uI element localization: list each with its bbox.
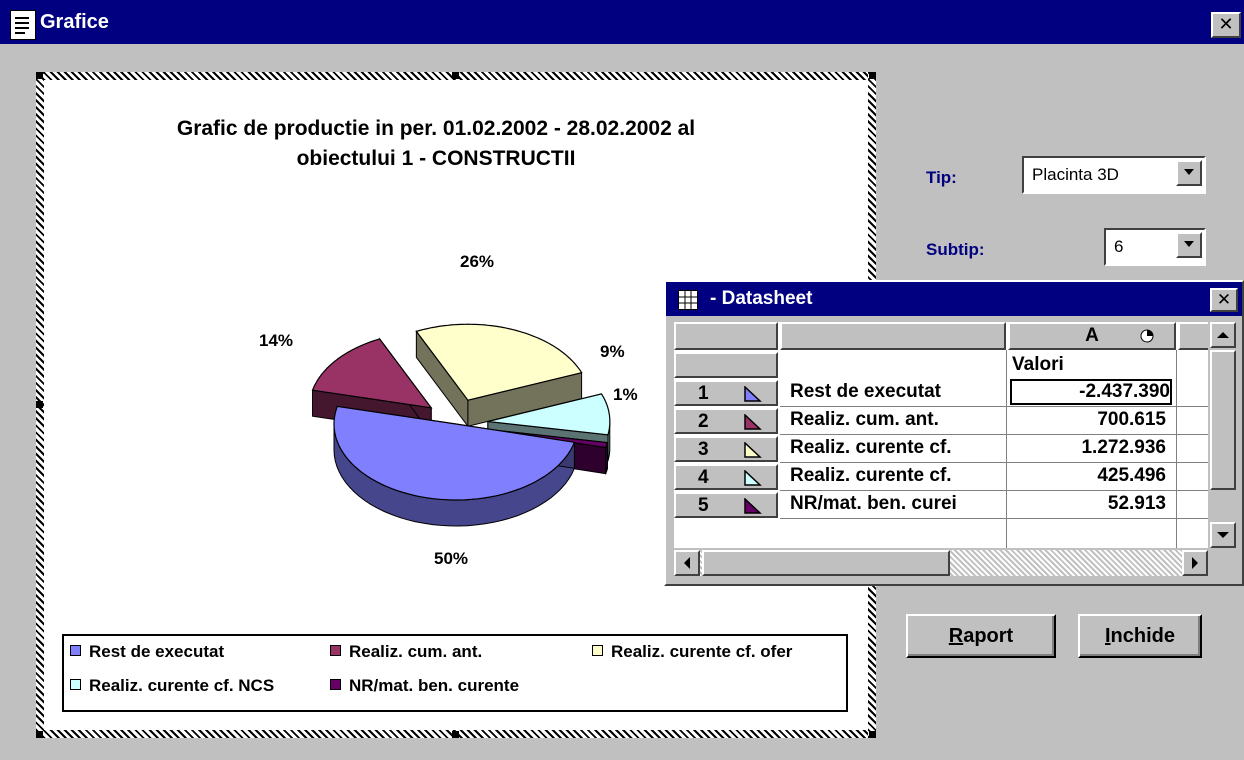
legend-label: Realiz. cum. ant. — [349, 642, 483, 661]
scroll-left-button[interactable] — [674, 550, 700, 576]
row-value[interactable]: 425.496 — [1010, 465, 1166, 487]
legend-item: Realiz. cum. ant. — [330, 642, 482, 662]
grid-line — [780, 518, 1208, 519]
window-title: Grafice — [40, 11, 109, 33]
form-icon — [10, 10, 36, 40]
tip-label: Tip: — [926, 168, 957, 187]
slice-label-14: 14% — [259, 331, 294, 350]
row-number: 1 — [698, 383, 709, 404]
row-header[interactable]: 1 — [674, 380, 778, 406]
row-header-blank[interactable] — [674, 352, 778, 378]
raport-label: aport — [963, 625, 1014, 647]
pie-slice-icon — [744, 414, 762, 430]
legend-swatch — [70, 679, 81, 690]
subtip-select-value: 6 — [1114, 237, 1124, 256]
scroll-thumb[interactable] — [1210, 350, 1236, 490]
chevron-down-icon[interactable] — [1176, 232, 1202, 258]
close-icon[interactable]: ✕ — [1211, 12, 1241, 38]
legend-label: NR/mat. ben. curente — [349, 676, 520, 695]
slice-label-26: 26% — [460, 252, 495, 271]
pie-slice-icon — [744, 442, 762, 458]
legend-item: Realiz. curente cf. ofer — [592, 642, 792, 662]
datasheet-title: - Datasheet — [710, 288, 813, 309]
row-number: 3 — [698, 439, 709, 460]
legend-swatch — [592, 645, 603, 656]
pie-series-icon — [1140, 329, 1154, 343]
scroll-thumb-horizontal[interactable] — [702, 550, 950, 576]
row-header[interactable]: 5 — [674, 492, 778, 518]
legend-swatch — [330, 679, 341, 690]
legend-label: Realiz. curente cf. ofer — [611, 642, 793, 661]
subtip-select[interactable]: 6 — [1104, 228, 1206, 266]
legend-swatch — [70, 645, 81, 656]
row-number: 2 — [698, 411, 709, 432]
vertical-scrollbar[interactable] — [1210, 322, 1236, 548]
pie-slice-icon — [744, 386, 762, 402]
slice-label-1: 1% — [613, 385, 638, 404]
window-titlebar: Grafice ✕ — [0, 0, 1244, 44]
grid-line — [1176, 350, 1177, 548]
column-header-b[interactable] — [1178, 322, 1208, 350]
horizontal-scrollbar[interactable] — [674, 550, 1208, 576]
legend-item: NR/mat. ben. curente — [330, 676, 519, 696]
row-label[interactable]: Realiz. curente cf. — [790, 437, 1002, 459]
grid-line — [780, 406, 1208, 407]
row-number: 5 — [698, 495, 709, 516]
raport-button[interactable]: Raport — [906, 614, 1056, 658]
datasheet-titlebar[interactable]: - Datasheet ✕ — [666, 282, 1242, 316]
slice-label-50: 50% — [434, 549, 469, 568]
pie-slice-icon — [744, 470, 762, 486]
legend-item: Rest de executat — [70, 642, 224, 662]
column-header-a-label: A — [1085, 325, 1099, 346]
row-label[interactable]: Realiz. curente cf. — [790, 465, 1002, 487]
select-all-corner[interactable] — [674, 322, 778, 350]
grid-line — [1006, 350, 1007, 548]
valori-header: Valori — [1012, 354, 1064, 375]
raport-accel: R — [948, 625, 964, 647]
row-value[interactable]: 52.913 — [1010, 493, 1166, 515]
legend-label: Realiz. curente cf. NCS — [89, 676, 275, 695]
row-header[interactable]: 2 — [674, 408, 778, 434]
inchide-label: nchide — [1110, 625, 1175, 647]
column-header-blank[interactable] — [780, 322, 1006, 350]
legend-swatch — [330, 645, 341, 656]
grid-icon — [678, 290, 698, 310]
row-value[interactable]: 700.615 — [1010, 409, 1166, 431]
grid-line — [780, 434, 1208, 435]
close-icon[interactable]: ✕ — [1210, 288, 1238, 312]
scroll-down-button[interactable] — [1210, 522, 1236, 548]
tip-select-value: Placinta 3D — [1032, 165, 1119, 184]
legend-label: Rest de executat — [89, 642, 225, 661]
column-header-a[interactable]: A — [1008, 322, 1176, 350]
scroll-up-button[interactable] — [1210, 322, 1236, 348]
row-label[interactable]: NR/mat. ben. curei — [790, 493, 1002, 515]
inchide-button[interactable]: Inchide — [1078, 614, 1202, 658]
datasheet-window[interactable]: - Datasheet ✕ A Valori 1 Rest de executat… — [664, 280, 1244, 586]
row-header[interactable]: 3 — [674, 436, 778, 462]
row-label[interactable]: Rest de executat — [790, 381, 1002, 403]
row-number: 4 — [698, 467, 709, 488]
datasheet-grid[interactable]: A Valori 1 Rest de executat -2.437.390 2 Rea… — [674, 322, 1208, 548]
grid-line — [780, 462, 1208, 463]
row-label[interactable]: Realiz. cum. ant. — [790, 409, 1002, 431]
chart-legend: Rest de executat Realiz. cum. ant. Reali… — [62, 634, 848, 712]
row-header[interactable]: 4 — [674, 464, 778, 490]
row-value[interactable]: 1.272.936 — [1010, 437, 1166, 459]
row-value[interactable]: -2.437.390 — [1010, 379, 1172, 405]
grid-line — [780, 490, 1208, 491]
legend-item: Realiz. curente cf. NCS — [70, 676, 274, 696]
subtip-label: Subtip: — [926, 240, 985, 259]
chevron-down-icon[interactable] — [1176, 160, 1202, 186]
tip-select[interactable]: Placinta 3D — [1022, 156, 1206, 194]
slice-label-9: 9% — [600, 342, 625, 361]
pie-slice-icon — [744, 498, 762, 514]
scroll-right-button[interactable] — [1182, 550, 1208, 576]
